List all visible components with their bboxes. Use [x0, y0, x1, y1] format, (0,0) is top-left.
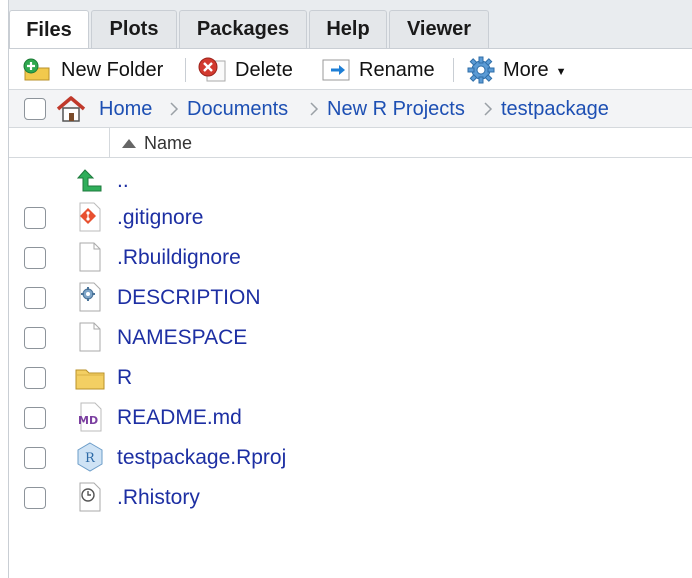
- sort-ascending-icon: [122, 138, 136, 148]
- caret-down-icon: ▼: [555, 66, 567, 78]
- list-item[interactable]: R: [9, 358, 692, 398]
- tab-plots[interactable]: Plots: [91, 10, 177, 48]
- row-checkbox[interactable]: [24, 487, 46, 509]
- tab-viewer[interactable]: Viewer: [389, 10, 489, 48]
- tab-packages[interactable]: Packages: [179, 10, 307, 48]
- breadcrumb-new-r-projects[interactable]: New R Projects: [327, 98, 465, 121]
- row-checkbox[interactable]: [24, 447, 46, 469]
- row-checkbox[interactable]: [24, 367, 46, 389]
- list-item[interactable]: MD README.md: [9, 398, 692, 438]
- list-item[interactable]: .Rbuildignore: [9, 238, 692, 278]
- folder-icon: [75, 363, 105, 393]
- row-checkbox[interactable]: [24, 327, 46, 349]
- svg-text:MD: MD: [78, 414, 98, 427]
- delete-button[interactable]: Delete: [197, 57, 293, 83]
- rename-icon: [322, 59, 350, 81]
- file-name-link[interactable]: .gitignore: [117, 206, 203, 230]
- file-name-link[interactable]: testpackage.Rproj: [117, 446, 286, 470]
- blank-file-icon: [75, 242, 105, 272]
- list-item[interactable]: ..: [9, 162, 692, 202]
- git-icon: [75, 202, 105, 232]
- delete-icon: [198, 57, 226, 82]
- row-checkbox[interactable]: [24, 247, 46, 269]
- select-all-checkbox[interactable]: [24, 98, 46, 120]
- file-name-link[interactable]: README.md: [117, 406, 242, 430]
- breadcrumb: Home Documents New R Projects testpackag…: [9, 90, 692, 128]
- breadcrumb-documents[interactable]: Documents: [187, 98, 288, 121]
- toolbar-divider: [453, 58, 454, 82]
- rename-button[interactable]: Rename: [321, 57, 435, 83]
- row-checkbox[interactable]: [24, 287, 46, 309]
- chevron-right-icon: [484, 102, 493, 116]
- new-folder-button[interactable]: New Folder: [21, 57, 163, 83]
- name-column-label: Name: [144, 132, 193, 153]
- markdown-icon: MD: [75, 402, 105, 432]
- rproj-icon: R: [75, 442, 105, 472]
- list-item[interactable]: NAMESPACE: [9, 318, 692, 358]
- chevron-right-icon: [170, 102, 179, 116]
- rename-label: Rename: [359, 58, 435, 81]
- file-list-header: Name: [9, 128, 692, 158]
- list-item[interactable]: DESCRIPTION: [9, 278, 692, 318]
- file-name-link[interactable]: ..: [117, 169, 129, 193]
- gear-file-icon: [75, 282, 105, 312]
- more-menu-button[interactable]: More ▼: [467, 56, 567, 84]
- svg-text:R: R: [85, 451, 96, 466]
- files-pane: Files Plots Packages Help Viewer New Fol…: [8, 0, 692, 578]
- file-name-link[interactable]: .Rbuildignore: [117, 246, 241, 270]
- more-label: More: [503, 58, 549, 81]
- history-file-icon: [75, 482, 105, 512]
- tab-files[interactable]: Files: [9, 10, 89, 49]
- breadcrumb-testpackage[interactable]: testpackage: [501, 98, 609, 121]
- list-item[interactable]: .gitignore: [9, 198, 692, 238]
- new-folder-label: New Folder: [61, 58, 164, 81]
- delete-label: Delete: [235, 58, 293, 81]
- tab-help[interactable]: Help: [309, 10, 387, 48]
- list-item[interactable]: .Rhistory: [9, 478, 692, 518]
- file-name-link[interactable]: .Rhistory: [117, 486, 200, 510]
- blank-file-icon: [75, 322, 105, 352]
- toolbar-divider: [185, 58, 186, 82]
- files-toolbar: New Folder Delete Rename More ▼: [9, 48, 692, 90]
- pane-tab-bar: Files Plots Packages Help Viewer: [9, 0, 692, 49]
- new-folder-icon: [23, 58, 50, 81]
- home-icon[interactable]: [55, 95, 87, 123]
- name-column-header[interactable]: Name: [109, 128, 692, 158]
- file-name-link[interactable]: NAMESPACE: [117, 326, 247, 350]
- row-checkbox[interactable]: [24, 207, 46, 229]
- gear-icon: [467, 56, 495, 84]
- list-item[interactable]: R testpackage.Rproj: [9, 438, 692, 478]
- breadcrumb-home[interactable]: Home: [99, 98, 152, 121]
- file-name-link[interactable]: R: [117, 366, 132, 390]
- parent-directory-icon: [75, 166, 105, 196]
- row-checkbox[interactable]: [24, 407, 46, 429]
- file-name-link[interactable]: DESCRIPTION: [117, 286, 261, 310]
- chevron-right-icon: [310, 102, 319, 116]
